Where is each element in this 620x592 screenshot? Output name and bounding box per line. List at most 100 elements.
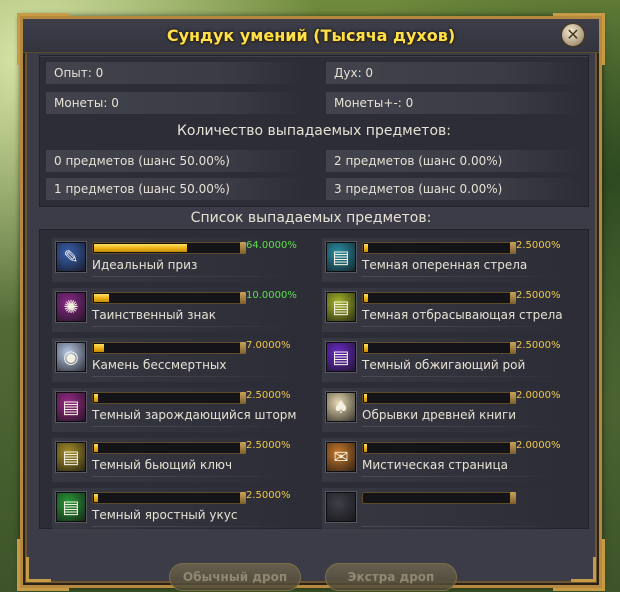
bar-end-cap <box>510 492 516 504</box>
drop-item-divider <box>362 476 568 477</box>
book-green-icon[interactable]: ▤ <box>56 492 86 522</box>
drop-item-divider <box>92 376 298 377</box>
drop-chance-percent: 2.5000% <box>516 290 561 301</box>
drop-item[interactable] <box>322 486 568 532</box>
drop-chance-percent: 64.0000% <box>246 240 297 251</box>
drop-count-3: 3 предметов (шанс 0.00%) <box>326 178 584 200</box>
drop-item[interactable]: ▤ 2.5000% Темная оперенная стрела <box>322 236 568 282</box>
coins-stat: Монеты: 0 <box>46 92 306 114</box>
drop-list-panel: ✎ 64.0000% Идеальный приз ▤ 2.5000% Темная оп… <box>39 229 589 532</box>
drop-item-divider <box>92 476 298 477</box>
drop-chance-bar <box>362 292 516 304</box>
drop-count-1: 1 предметов (шанс 50.00%) <box>46 178 306 200</box>
book-gold-icon[interactable]: ▤ <box>56 442 86 472</box>
window-title: Сундук умений (Тысяча духов) <box>166 26 456 45</box>
drop-item-name: Темный обжигающий рой <box>362 358 526 372</box>
drop-chance-bar <box>92 492 246 504</box>
rune-icon[interactable]: ✺ <box>56 292 86 322</box>
drop-item[interactable]: ◉ 7.0000% Камень бессмертных <box>52 336 298 382</box>
drop-count-2: 2 предметов (шанс 0.00%) <box>326 150 584 172</box>
drop-chance-bar <box>362 442 516 454</box>
drop-item-name: Темная отбрасывающая стрела <box>362 308 563 322</box>
drop-chance-bar <box>92 342 246 354</box>
drop-item[interactable]: ✺ 10.0000% Таинственный знак <box>52 286 298 332</box>
drop-item-name: Обрывки древней книги <box>362 408 517 422</box>
drop-chance-bar <box>362 492 516 504</box>
drop-chance-percent: 2.5000% <box>246 440 291 451</box>
book-teal-icon[interactable]: ▤ <box>326 242 356 272</box>
drop-chance-bar <box>362 392 516 404</box>
drop-item-name: Таинственный знак <box>92 308 216 322</box>
drop-chance-bar <box>362 342 516 354</box>
book-purple-icon[interactable]: ▤ <box>326 342 356 372</box>
drop-item[interactable]: ▤ 2.5000% Темный яростный укус <box>52 486 298 532</box>
drop-chance-bar-fill <box>94 344 104 352</box>
drop-item-name: Темный яростный укус <box>92 508 238 522</box>
drop-item-divider <box>92 526 298 527</box>
drop-chance-percent: 2.5000% <box>246 490 291 501</box>
drop-chance-percent: 10.0000% <box>246 290 297 301</box>
scroll-icon[interactable]: ✎ <box>56 242 86 272</box>
exp-stat: Опыт: 0 <box>46 62 306 84</box>
crystal-icon[interactable]: ◉ <box>56 342 86 372</box>
drop-item-divider <box>362 276 568 277</box>
drop-chance-bar-fill <box>364 394 367 402</box>
drop-chance-bar <box>92 442 246 454</box>
drop-item[interactable]: ▤ 2.5000% Темный обжигающий рой <box>322 336 568 382</box>
drop-chance-bar-fill <box>364 244 368 252</box>
normal-drop-button[interactable]: Обычный дроп <box>169 563 301 591</box>
drop-item-divider <box>92 426 298 427</box>
drop-chance-percent: 2.0000% <box>516 440 561 451</box>
drop-item-name: Темный зарождающийся шторм <box>92 408 297 422</box>
drop-chance-percent: 2.5000% <box>246 390 291 401</box>
drop-chance-bar-fill <box>94 494 98 502</box>
drop-count-heading: Количество выпадаемых предметов: <box>176 123 451 139</box>
book-yellowgreen-icon[interactable]: ▤ <box>326 292 356 322</box>
drop-item[interactable]: ▤ 2.5000% Темный бьющий ключ <box>52 436 298 482</box>
drop-item-name: Камень бессмертных <box>92 358 227 372</box>
drop-item[interactable]: ♠ 2.0000% Обрывки древней книги <box>322 386 568 432</box>
drop-list-heading: Список выпадаемых предметов: <box>190 210 432 226</box>
title-bar[interactable]: Сундук умений (Тысяча духов) <box>23 19 599 53</box>
drop-chance-bar-fill <box>364 294 368 302</box>
drop-chance-bar-fill <box>94 444 98 452</box>
stats-panel: Опыт: 0 Дух: 0 Монеты: 0 Монеты+-: 0 Кол… <box>39 55 589 207</box>
drop-chance-bar <box>92 392 246 404</box>
drop-chance-percent: 7.0000% <box>246 340 291 351</box>
drop-item-name: Темный бьющий ключ <box>92 458 233 472</box>
drop-item-name: Темная оперенная стрела <box>362 258 528 272</box>
skill-chest-window: Сундук умений (Тысяча духов) ✕ Опыт: 0 Д… <box>17 13 605 591</box>
drop-item-name: Идеальный приз <box>92 258 198 272</box>
extra-drop-button[interactable]: Экстра дроп <box>325 563 457 591</box>
empty-slot-icon[interactable] <box>326 492 356 522</box>
drop-item-divider <box>92 276 298 277</box>
drop-item-divider <box>362 526 568 527</box>
drop-item-divider <box>362 376 568 377</box>
drop-chance-percent: 2.5000% <box>516 240 561 251</box>
drop-chance-bar <box>92 242 246 254</box>
drop-chance-bar-fill <box>94 394 98 402</box>
drop-chance-percent: 2.0000% <box>516 390 561 401</box>
drop-chance-bar <box>92 292 246 304</box>
frame-corner-bottom-right <box>553 539 605 591</box>
drop-item-name: Мистическая страница <box>362 458 508 472</box>
book-magenta-icon[interactable]: ▤ <box>56 392 86 422</box>
close-icon: ✕ <box>566 25 580 44</box>
drop-chance-bar <box>362 242 516 254</box>
drop-item-divider <box>362 326 568 327</box>
drop-item[interactable]: ✉ 2.0000% Мистическая страница <box>322 436 568 482</box>
close-button[interactable]: ✕ <box>561 23 585 47</box>
drop-item[interactable]: ▤ 2.5000% Темный зарождающийся шторм <box>52 386 298 432</box>
drop-item-divider <box>362 426 568 427</box>
drop-chance-bar-fill <box>364 344 368 352</box>
drop-item[interactable]: ✎ 64.0000% Идеальный приз <box>52 236 298 282</box>
card-icon[interactable]: ♠ <box>326 392 356 422</box>
drop-item-divider <box>92 326 298 327</box>
drop-chance-bar-fill <box>94 294 109 302</box>
drop-item[interactable]: ▤ 2.5000% Темная отбрасывающая стрела <box>322 286 568 332</box>
parchment-icon[interactable]: ✉ <box>326 442 356 472</box>
drop-chance-bar-fill <box>364 444 367 452</box>
coins-bound-stat: Монеты+-: 0 <box>326 92 584 114</box>
drop-chance-percent: 2.5000% <box>516 340 561 351</box>
drop-count-0: 0 предметов (шанс 50.00%) <box>46 150 306 172</box>
